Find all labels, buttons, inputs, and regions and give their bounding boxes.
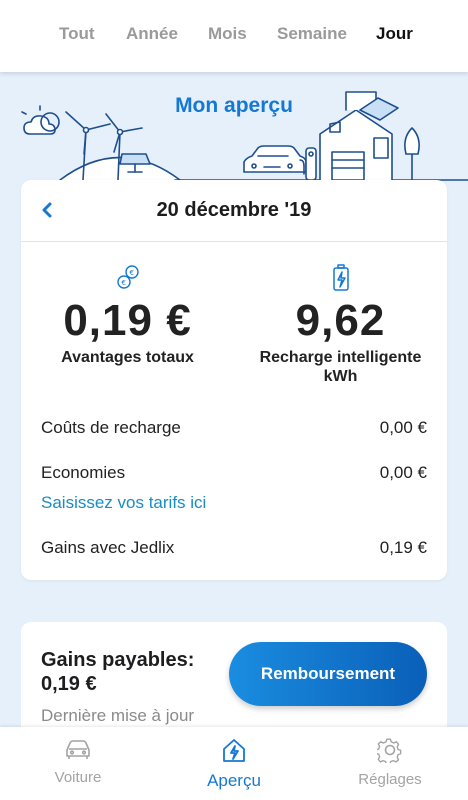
tab-annee[interactable]: Année — [126, 24, 178, 44]
car-icon — [66, 740, 90, 759]
total-benefits-value: 0,19 € — [63, 296, 192, 345]
period-tabs: Tout Année Mois Semaine Jour — [0, 0, 468, 72]
nav-label-apercu: Aperçu — [207, 771, 261, 790]
tab-semaine[interactable]: Semaine — [277, 24, 347, 44]
savings-row: Economies 0,00 € — [41, 463, 427, 483]
hero-banner: Mon aperçu — [0, 72, 468, 182]
svg-text:€: € — [121, 279, 125, 287]
tab-jour[interactable]: Jour — [376, 24, 413, 44]
selected-date: 20 décembre '19 — [156, 199, 312, 221]
charging-costs-label: Coûts de recharge — [41, 418, 181, 437]
smart-charging-label: Recharge intelligente — [259, 349, 422, 366]
nav-item-voiture[interactable]: Voiture — [0, 737, 156, 786]
tab-tout[interactable]: Tout — [59, 24, 95, 44]
summary-card: 20 décembre '19 € € 0,19 € Avantages tot… — [21, 180, 447, 580]
charging-costs-value: 0,00 € — [379, 418, 427, 437]
home-bolt-icon — [223, 739, 245, 762]
jedlix-gains-value: 0,19 € — [379, 538, 427, 557]
gear-icon — [377, 738, 402, 763]
enter-tariffs-link[interactable]: Saisissez vos tarifs ici — [41, 493, 206, 513]
smart-charging-value: 9,62 — [295, 296, 386, 345]
charging-costs-row: Coûts de recharge 0,00 € — [41, 418, 427, 438]
bottom-nav: Voiture Aperçu Réglages — [0, 727, 468, 800]
total-benefits-label: Avantages totaux — [61, 349, 194, 366]
page-title: Mon aperçu — [175, 94, 293, 117]
nav-item-reglages[interactable]: Réglages — [312, 737, 468, 788]
payable-gains-amount: 0,19 € — [41, 673, 97, 695]
savings-label: Economies — [41, 463, 126, 482]
savings-value: 0,00 € — [379, 463, 427, 482]
nav-label-voiture: Voiture — [54, 769, 102, 786]
nav-item-apercu[interactable]: Aperçu — [156, 737, 312, 791]
smart-charging-stat: 9,62 Recharge intelligente kWh — [234, 264, 447, 386]
smart-charging-unit: kWh — [323, 368, 358, 385]
payable-gains-label: Gains payables: — [41, 649, 195, 671]
reimbursement-button[interactable]: Remboursement — [229, 642, 427, 706]
jedlix-gains-row: Gains avec Jedlix 0,19 € — [41, 538, 427, 558]
jedlix-gains-label: Gains avec Jedlix — [41, 538, 175, 557]
nav-label-reglages: Réglages — [358, 771, 422, 788]
svg-text:€: € — [129, 269, 133, 277]
last-updated-note: Dernière mise à jour — [41, 706, 195, 725]
tab-mois[interactable]: Mois — [208, 24, 247, 44]
total-benefits-stat: € € 0,19 € Avantages totaux — [21, 264, 234, 367]
energy-landscape-illustration — [21, 91, 468, 181]
coins-icon: € € — [116, 265, 139, 289]
date-header: 20 décembre '19 — [21, 180, 447, 242]
battery-charging-icon — [332, 264, 349, 291]
payable-gains-title: Gains payables: 0,19 € — [41, 648, 231, 696]
